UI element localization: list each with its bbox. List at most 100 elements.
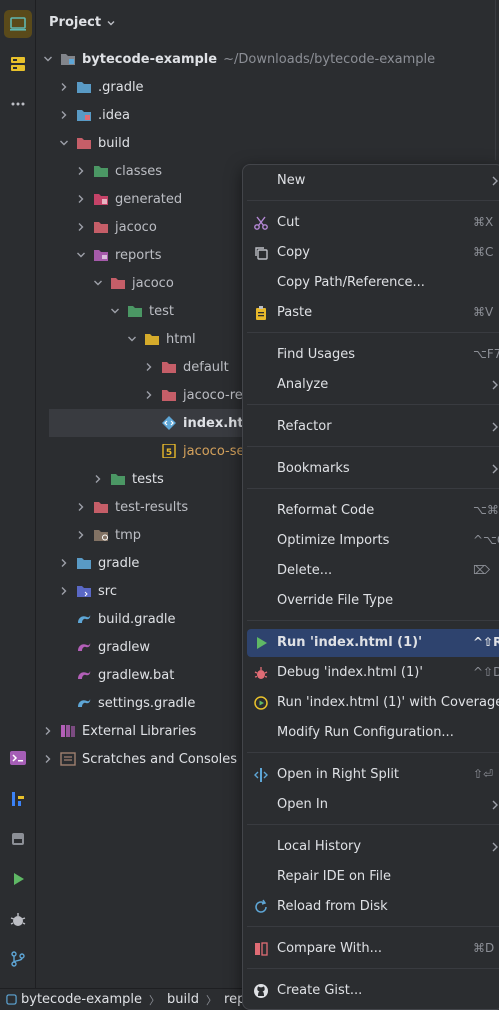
- menu-item-create-gist[interactable]: Create Gist...: [247, 977, 499, 1005]
- chevron-right-icon[interactable]: [73, 163, 89, 179]
- chevron-right-icon[interactable]: [56, 583, 72, 599]
- breadcrumb-build[interactable]: build: [167, 992, 199, 1007]
- tree-item-label: build: [98, 135, 130, 151]
- menu-item-delete[interactable]: Delete... ⌦: [247, 557, 499, 585]
- menu-item-refactor[interactable]: Refactor: [247, 413, 499, 441]
- chevron-right-icon[interactable]: [73, 219, 89, 235]
- chevron-down-icon[interactable]: [107, 303, 123, 319]
- menu-item-repair-ide-on-file[interactable]: Repair IDE on File: [247, 863, 499, 891]
- terminal-icon[interactable]: [4, 744, 32, 772]
- menu-item-reformat-code[interactable]: Reformat Code ⌥⌘L: [247, 497, 499, 525]
- menu-item-open-in-right-split[interactable]: Open in Right Split ⇧⏎: [247, 761, 499, 789]
- menu-item-run-index-html-1[interactable]: Run 'index.html (1)' ^⇧R: [247, 629, 499, 657]
- tree-item[interactable]: build: [36, 129, 499, 157]
- services-icon[interactable]: [4, 785, 32, 813]
- breadcrumb-project[interactable]: bytecode-example: [21, 992, 142, 1007]
- tree-item-label: External Libraries: [82, 723, 197, 739]
- chevron-down-icon[interactable]: [90, 275, 106, 291]
- menu-item-label: Find Usages: [277, 347, 356, 362]
- tree-item-label: gradlew.bat: [98, 667, 175, 683]
- coverage-icon: [253, 695, 269, 711]
- menu-item-label: Run 'index.html (1)' with Coverage: [277, 695, 499, 710]
- git-icon[interactable]: [4, 945, 32, 973]
- menu-item-shortcut: ⌥F7: [473, 347, 499, 361]
- menu-separator: [247, 404, 499, 405]
- tree-item-label: settings.gradle: [98, 695, 196, 711]
- chevron-down-icon[interactable]: [40, 51, 56, 67]
- chevron-right-icon[interactable]: [73, 499, 89, 515]
- tree-item-label: src: [98, 583, 117, 599]
- excluded-folder-icon: [93, 219, 109, 235]
- menu-item-open-in[interactable]: Open In: [247, 791, 499, 819]
- chevron-right-icon[interactable]: [73, 527, 89, 543]
- menu-item-reload-from-disk[interactable]: Reload from Disk: [247, 893, 499, 921]
- menu-item-shortcut: ⌘D: [473, 941, 495, 955]
- submenu-arrow-icon: [492, 800, 498, 810]
- chevron-right-icon[interactable]: [141, 387, 157, 403]
- excluded-folder-icon: [93, 499, 109, 515]
- menu-item-analyze[interactable]: Analyze: [247, 371, 499, 399]
- problems-icon[interactable]: [4, 825, 32, 853]
- tree-item-label: gradle: [98, 555, 140, 571]
- menu-item-bookmarks[interactable]: Bookmarks: [247, 455, 499, 483]
- chevron-down-icon[interactable]: [56, 135, 72, 151]
- idea-folder-icon: [76, 107, 92, 123]
- menu-separator: [247, 446, 499, 447]
- menu-item-label: Paste: [277, 305, 313, 320]
- menu-item-shortcut: ⌘V: [473, 305, 494, 319]
- menu-item-optimize-imports[interactable]: Optimize Imports ^⌥O: [247, 527, 499, 555]
- menu-item-shortcut: ^⇧R: [473, 635, 499, 649]
- menu-item-label: Create Gist...: [277, 983, 363, 998]
- menu-item-override-file-type[interactable]: Override File Type: [247, 587, 499, 615]
- menu-item-label: Reload from Disk: [277, 899, 388, 914]
- chevron-right-icon[interactable]: [56, 79, 72, 95]
- debug-tool-icon[interactable]: [4, 905, 32, 933]
- menu-item-copy[interactable]: Copy ⌘C: [247, 239, 499, 267]
- menu-item-cut[interactable]: Cut ⌘X: [247, 209, 499, 237]
- tree-item[interactable]: bytecode-example ~/Downloads/bytecode-exa…: [36, 45, 499, 73]
- gradle-icon: [76, 611, 92, 627]
- chevron-right-icon[interactable]: [40, 723, 56, 739]
- chevron-right-icon[interactable]: [40, 751, 56, 767]
- menu-item-local-history[interactable]: Local History: [247, 833, 499, 861]
- menu-item-label: Modify Run Configuration...: [277, 725, 454, 740]
- menu-item-label: Open in Right Split: [277, 767, 400, 782]
- menu-item-paste[interactable]: Paste ⌘V: [247, 299, 499, 327]
- tree-item-label: tmp: [115, 527, 142, 543]
- chevron-down-icon[interactable]: [73, 247, 89, 263]
- menu-item-shortcut: ⇧⏎: [473, 767, 494, 781]
- project-view-icon[interactable]: [4, 10, 32, 38]
- chevron-right-icon[interactable]: [56, 107, 72, 123]
- chevron-right-icon[interactable]: [141, 359, 157, 375]
- structure-icon[interactable]: [4, 50, 32, 78]
- menu-item-copy-path-reference[interactable]: Copy Path/Reference...: [247, 269, 499, 297]
- menu-item-compare-with[interactable]: Compare With... ⌘D: [247, 935, 499, 963]
- menu-item-label: Bookmarks: [277, 461, 350, 476]
- menu-item-modify-run-configuration[interactable]: Modify Run Configuration...: [247, 719, 499, 747]
- more-tools-icon[interactable]: [4, 90, 32, 118]
- tree-item-label: gradlew: [98, 639, 151, 655]
- tree-item[interactable]: .idea: [36, 101, 499, 129]
- menu-item-find-usages[interactable]: Find Usages ⌥F7: [247, 341, 499, 369]
- menu-item-new[interactable]: New: [247, 167, 499, 195]
- gradlew-icon: [76, 667, 92, 683]
- menu-item-label: New: [277, 173, 306, 188]
- tree-item[interactable]: .gradle: [36, 73, 499, 101]
- tree-item-label: tests: [132, 471, 164, 487]
- chevron-down-icon[interactable]: [124, 331, 140, 347]
- external-libraries-icon: [60, 723, 76, 739]
- project-view-selector[interactable]: Project: [49, 15, 116, 30]
- menu-item-run-index-html-1-with-coverage[interactable]: Run 'index.html (1)' with Coverage: [247, 689, 499, 717]
- menu-item-debug-index-html-1[interactable]: Debug 'index.html (1)' ^⇧D: [247, 659, 499, 687]
- run-tool-icon[interactable]: [4, 865, 32, 893]
- chevron-right-icon[interactable]: [73, 191, 89, 207]
- menu-item-label: Compare With...: [277, 941, 383, 956]
- gradle-icon: [76, 695, 92, 711]
- chevron-right-icon[interactable]: [90, 471, 106, 487]
- chevron-right-icon[interactable]: [56, 555, 72, 571]
- menu-item-label: Delete...: [277, 563, 333, 578]
- menu-item-label: Copy: [277, 245, 310, 260]
